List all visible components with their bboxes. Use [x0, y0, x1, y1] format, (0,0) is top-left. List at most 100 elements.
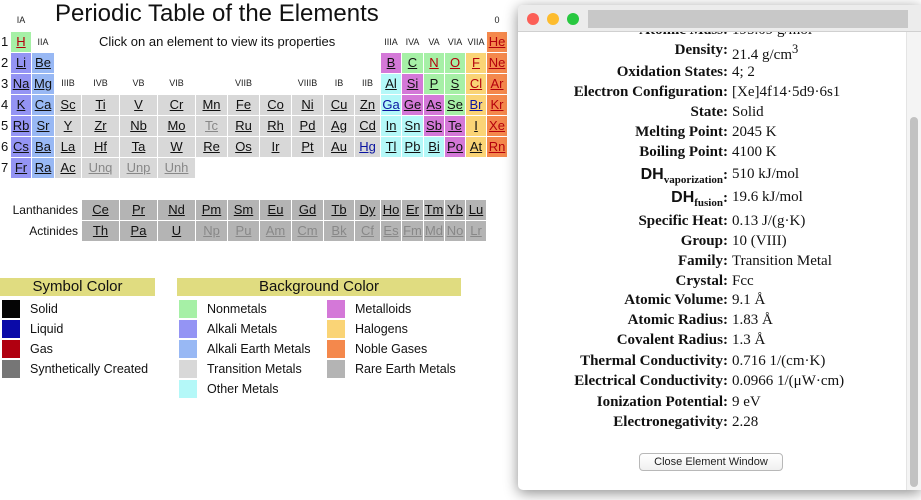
- element-ta[interactable]: Ta: [120, 137, 157, 157]
- element-re[interactable]: Re: [196, 137, 227, 157]
- element-zn[interactable]: Zn: [355, 95, 380, 115]
- zoom-window-icon[interactable]: [567, 13, 579, 25]
- element-dy[interactable]: Dy: [355, 200, 380, 220]
- element-gd[interactable]: Gd: [292, 200, 323, 220]
- element-es[interactable]: Es: [381, 221, 401, 241]
- element-pm[interactable]: Pm: [196, 200, 227, 220]
- element-sm[interactable]: Sm: [228, 200, 259, 220]
- element-te[interactable]: Te: [445, 116, 465, 136]
- element-li[interactable]: Li: [11, 53, 31, 73]
- element-ni[interactable]: Ni: [292, 95, 323, 115]
- element-c[interactable]: C: [402, 53, 423, 73]
- element-os[interactable]: Os: [228, 137, 259, 157]
- element-mn[interactable]: Mn: [196, 95, 227, 115]
- element-sb[interactable]: Sb: [424, 116, 444, 136]
- element-pr[interactable]: Pr: [120, 200, 157, 220]
- element-he[interactable]: He: [487, 32, 507, 52]
- element-pt[interactable]: Pt: [292, 137, 323, 157]
- scrollbar-thumb[interactable]: [910, 117, 918, 487]
- element-xe[interactable]: Xe: [487, 116, 507, 136]
- scrollbar[interactable]: [906, 32, 921, 490]
- element-tc[interactable]: Tc: [196, 116, 227, 136]
- element-eu[interactable]: Eu: [260, 200, 291, 220]
- element-np[interactable]: Np: [196, 221, 227, 241]
- window-titlebar[interactable]: [518, 5, 921, 32]
- element-h[interactable]: H: [11, 32, 31, 52]
- element-sc[interactable]: Sc: [55, 95, 81, 115]
- element-tm[interactable]: Tm: [424, 200, 444, 220]
- element-bk[interactable]: Bk: [324, 221, 354, 241]
- element-cl[interactable]: Cl: [466, 74, 486, 94]
- element-ar[interactable]: Ar: [487, 74, 507, 94]
- element-ge[interactable]: Ge: [402, 95, 423, 115]
- element-y[interactable]: Y: [55, 116, 81, 136]
- element-rb[interactable]: Rb: [11, 116, 31, 136]
- element-s[interactable]: S: [445, 74, 465, 94]
- element-cm[interactable]: Cm: [292, 221, 323, 241]
- element-pb[interactable]: Pb: [402, 137, 423, 157]
- element-bi[interactable]: Bi: [424, 137, 444, 157]
- element-al[interactable]: Al: [381, 74, 401, 94]
- element-yb[interactable]: Yb: [445, 200, 465, 220]
- element-at[interactable]: At: [466, 137, 486, 157]
- element-ga[interactable]: Ga: [381, 95, 401, 115]
- element-au[interactable]: Au: [324, 137, 354, 157]
- element-p[interactable]: P: [424, 74, 444, 94]
- element-no[interactable]: No: [445, 221, 465, 241]
- element-unq[interactable]: Unq: [82, 158, 119, 178]
- element-ag[interactable]: Ag: [324, 116, 354, 136]
- element-am[interactable]: Am: [260, 221, 291, 241]
- element-fr[interactable]: Fr: [11, 158, 31, 178]
- element-ra[interactable]: Ra: [32, 158, 54, 178]
- element-ru[interactable]: Ru: [228, 116, 259, 136]
- element-n[interactable]: N: [424, 53, 444, 73]
- element-fe[interactable]: Fe: [228, 95, 259, 115]
- element-si[interactable]: Si: [402, 74, 423, 94]
- element-ho[interactable]: Ho: [381, 200, 401, 220]
- element-i[interactable]: I: [466, 116, 486, 136]
- element-po[interactable]: Po: [445, 137, 465, 157]
- element-cs[interactable]: Cs: [11, 137, 31, 157]
- element-pa[interactable]: Pa: [120, 221, 157, 241]
- element-cd[interactable]: Cd: [355, 116, 380, 136]
- element-hf[interactable]: Hf: [82, 137, 119, 157]
- element-rh[interactable]: Rh: [260, 116, 291, 136]
- element-se[interactable]: Se: [445, 95, 465, 115]
- element-f[interactable]: F: [466, 53, 486, 73]
- element-md[interactable]: Md: [424, 221, 444, 241]
- element-as[interactable]: As: [424, 95, 444, 115]
- element-ce[interactable]: Ce: [82, 200, 119, 220]
- element-b[interactable]: B: [381, 53, 401, 73]
- element-pd[interactable]: Pd: [292, 116, 323, 136]
- element-kr[interactable]: Kr: [487, 95, 507, 115]
- element-nd[interactable]: Nd: [158, 200, 195, 220]
- element-k[interactable]: K: [11, 95, 31, 115]
- element-ba[interactable]: Ba: [32, 137, 54, 157]
- element-ca[interactable]: Ca: [32, 95, 54, 115]
- element-sr[interactable]: Sr: [32, 116, 54, 136]
- minimize-window-icon[interactable]: [547, 13, 559, 25]
- element-ir[interactable]: Ir: [260, 137, 291, 157]
- close-element-window-button[interactable]: Close Element Window: [639, 453, 783, 471]
- element-cr[interactable]: Cr: [158, 95, 195, 115]
- element-lr[interactable]: Lr: [466, 221, 486, 241]
- element-unp[interactable]: Unp: [120, 158, 157, 178]
- element-be[interactable]: Be: [32, 53, 54, 73]
- element-in[interactable]: In: [381, 116, 401, 136]
- element-unh[interactable]: Unh: [158, 158, 195, 178]
- element-o[interactable]: O: [445, 53, 465, 73]
- element-er[interactable]: Er: [402, 200, 423, 220]
- element-tb[interactable]: Tb: [324, 200, 354, 220]
- element-na[interactable]: Na: [11, 74, 31, 94]
- element-u[interactable]: U: [158, 221, 195, 241]
- element-pu[interactable]: Pu: [228, 221, 259, 241]
- element-br[interactable]: Br: [466, 95, 486, 115]
- element-ac[interactable]: Ac: [55, 158, 81, 178]
- element-rn[interactable]: Rn: [487, 137, 507, 157]
- element-cu[interactable]: Cu: [324, 95, 354, 115]
- element-mo[interactable]: Mo: [158, 116, 195, 136]
- element-la[interactable]: La: [55, 137, 81, 157]
- element-sn[interactable]: Sn: [402, 116, 423, 136]
- element-tl[interactable]: Tl: [381, 137, 401, 157]
- element-ne[interactable]: Ne: [487, 53, 507, 73]
